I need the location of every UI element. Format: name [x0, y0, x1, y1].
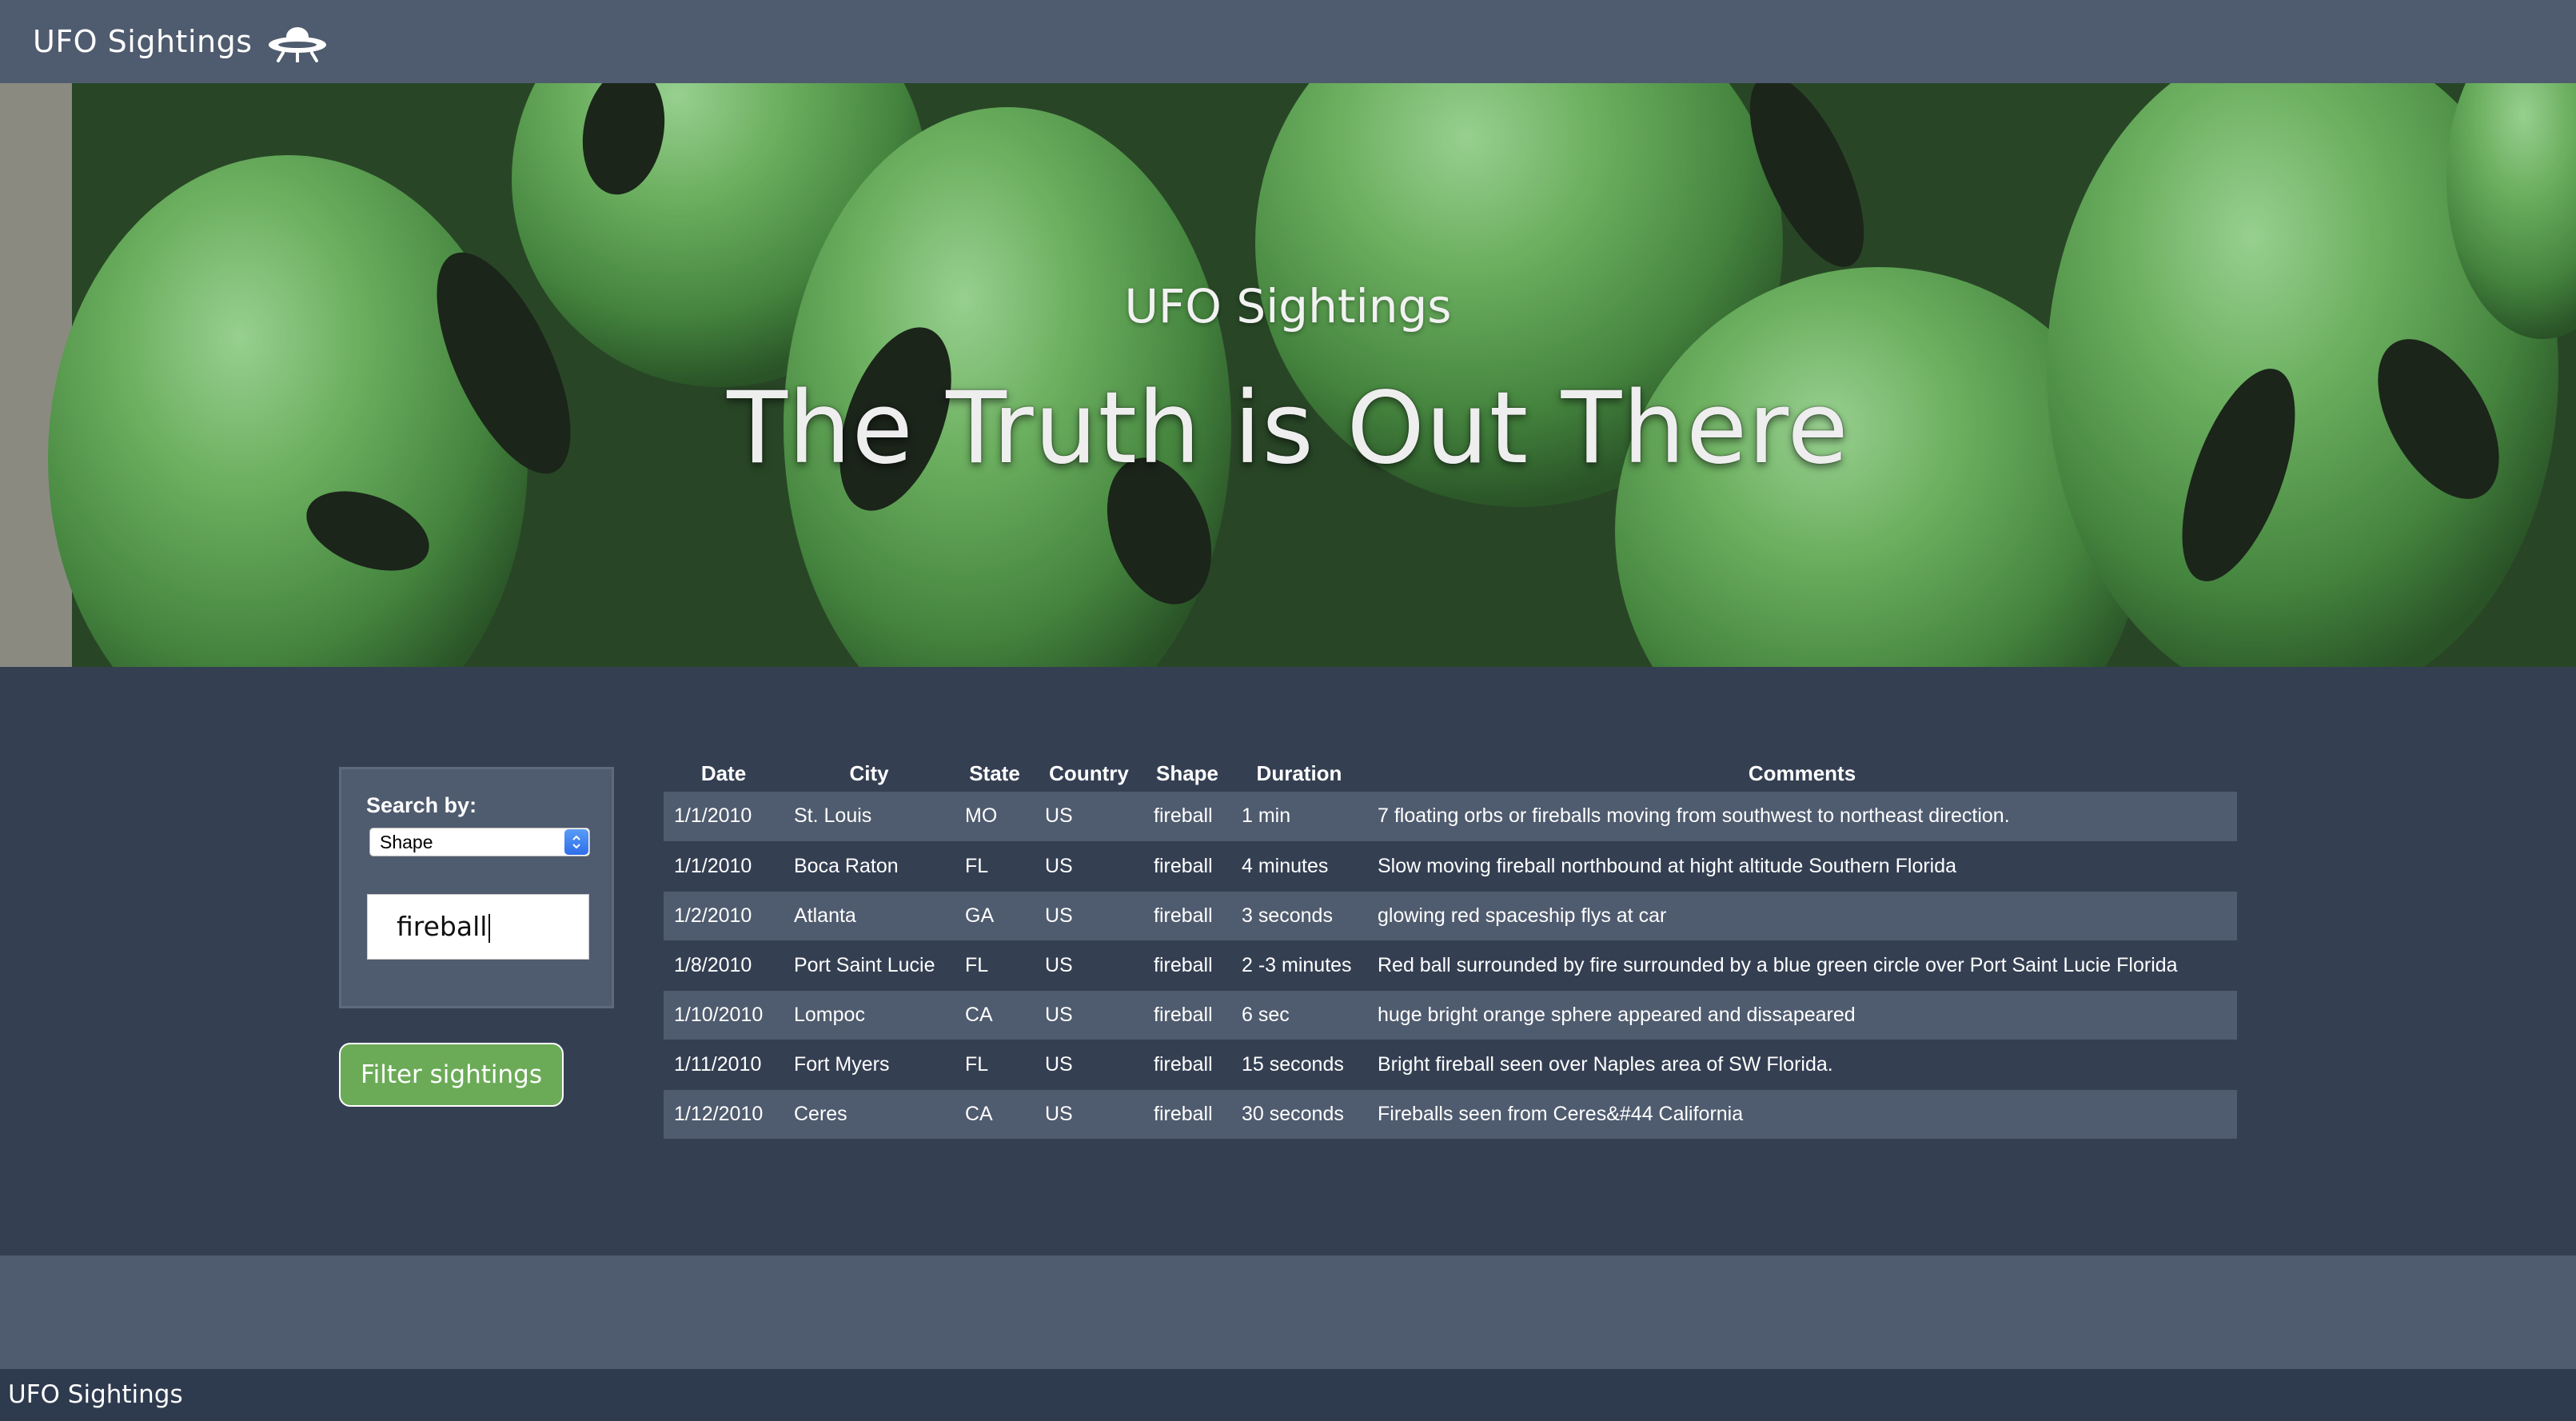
cell-city: Port Saint Lucie	[784, 940, 955, 991]
cell-date: 1/1/2010	[664, 841, 784, 892]
table-row: 1/8/2010 Port Saint Lucie FL US fireball…	[664, 940, 2237, 991]
column-header-duration[interactable]: Duration	[1231, 755, 1367, 792]
sightings-table: Date City State Country Shape Duration C…	[664, 755, 2237, 1140]
cell-date: 1/10/2010	[664, 990, 784, 1040]
cell-state: FL	[955, 1040, 1035, 1090]
cell-country: US	[1035, 792, 1143, 842]
cell-shape: fireball	[1143, 891, 1231, 941]
column-header-country[interactable]: Country	[1035, 755, 1143, 792]
brand-title: UFO Sightings	[33, 24, 253, 59]
cell-duration: 2 -3 minutes	[1231, 940, 1367, 991]
main-content: Search by: Shape fireball Filter sightin…	[0, 667, 2576, 1255]
cell-country: US	[1035, 891, 1143, 941]
footer-title: UFO Sightings	[8, 1380, 183, 1409]
cell-date: 1/12/2010	[664, 1089, 784, 1140]
cell-state: FL	[955, 841, 1035, 892]
cell-country: US	[1035, 841, 1143, 892]
cell-state: GA	[955, 891, 1035, 941]
cell-shape: fireball	[1143, 1040, 1231, 1090]
table-row: 1/2/2010 Atlanta GA US fireball 3 second…	[664, 891, 2237, 941]
column-header-state[interactable]: State	[955, 755, 1035, 792]
cell-shape: fireball	[1143, 841, 1231, 892]
table-row: 1/12/2010 Ceres CA US fireball 30 second…	[664, 1089, 2237, 1140]
column-header-comments[interactable]: Comments	[1367, 755, 2237, 792]
column-header-city[interactable]: City	[784, 755, 955, 792]
cell-comments: huge bright orange sphere appeared and d…	[1367, 990, 2237, 1040]
cell-city: Fort Myers	[784, 1040, 955, 1090]
cell-city: Ceres	[784, 1089, 955, 1140]
cell-city: St. Louis	[784, 792, 955, 842]
ufo-icon	[268, 27, 326, 62]
cell-date: 1/1/2010	[664, 792, 784, 842]
cell-shape: fireball	[1143, 990, 1231, 1040]
cell-city: Boca Raton	[784, 841, 955, 892]
cell-duration: 3 seconds	[1231, 891, 1367, 941]
cell-shape: fireball	[1143, 1089, 1231, 1140]
cell-country: US	[1035, 990, 1143, 1040]
cell-comments: 7 floating orbs or fireballs moving from…	[1367, 792, 2237, 842]
footer-band	[0, 1255, 2576, 1369]
cell-comments: Bright fireball seen over Naples area of…	[1367, 1040, 2237, 1090]
cell-shape: fireball	[1143, 792, 1231, 842]
table-row: 1/1/2010 St. Louis MO US fireball 1 min …	[664, 792, 2237, 842]
cell-duration: 15 seconds	[1231, 1040, 1367, 1090]
hero-subtitle: UFO Sightings	[1124, 279, 1452, 333]
cell-comments: glowing red spaceship flys at car	[1367, 891, 2237, 941]
cell-duration: 6 sec	[1231, 990, 1367, 1040]
hero-banner: UFO Sightings The Truth is Out There	[0, 83, 2576, 667]
table-header-row: Date City State Country Shape Duration C…	[664, 755, 2237, 792]
cell-city: Lompoc	[784, 990, 955, 1040]
cell-shape: fireball	[1143, 940, 1231, 991]
navbar: UFO Sightings	[0, 0, 2576, 83]
cell-country: US	[1035, 1089, 1143, 1140]
cell-state: FL	[955, 940, 1035, 991]
cell-date: 1/2/2010	[664, 891, 784, 941]
search-field-select[interactable]: Shape	[369, 828, 590, 856]
cell-comments: Slow moving fireball northbound at hight…	[1367, 841, 2237, 892]
table-row: 1/10/2010 Lompoc CA US fireball 6 sec hu…	[664, 990, 2237, 1040]
brand-link[interactable]: UFO Sightings	[33, 21, 328, 62]
cell-country: US	[1035, 1040, 1143, 1090]
select-value: Shape	[380, 832, 433, 852]
column-header-date[interactable]: Date	[664, 755, 784, 792]
footer: UFO Sightings	[0, 1369, 2576, 1421]
filter-sightings-button[interactable]: Filter sightings	[339, 1043, 564, 1107]
table-row: 1/11/2010 Fort Myers FL US fireball 15 s…	[664, 1040, 2237, 1090]
filter-input-value: fireball	[397, 911, 488, 942]
text-caret	[488, 913, 491, 943]
filter-panel: Search by: Shape fireball	[339, 767, 614, 1008]
table-row: 1/1/2010 Boca Raton FL US fireball 4 min…	[664, 841, 2237, 892]
cell-comments: Fireballs seen from Ceres&#44 California	[1367, 1089, 2237, 1140]
cell-date: 1/11/2010	[664, 1040, 784, 1090]
select-arrows-icon	[564, 829, 588, 855]
cell-state: MO	[955, 792, 1035, 842]
cell-date: 1/8/2010	[664, 940, 784, 991]
cell-state: CA	[955, 990, 1035, 1040]
cell-city: Atlanta	[784, 891, 955, 941]
search-label: Search by:	[366, 793, 477, 817]
filter-input[interactable]: fireball	[367, 894, 589, 960]
cell-duration: 1 min	[1231, 792, 1367, 842]
hero-title: The Truth is Out There	[727, 371, 1849, 486]
column-header-shape[interactable]: Shape	[1143, 755, 1231, 792]
cell-duration: 4 minutes	[1231, 841, 1367, 892]
cell-comments: Red ball surrounded by fire surrounded b…	[1367, 940, 2237, 991]
cell-state: CA	[955, 1089, 1035, 1140]
cell-country: US	[1035, 940, 1143, 991]
cell-duration: 30 seconds	[1231, 1089, 1367, 1140]
